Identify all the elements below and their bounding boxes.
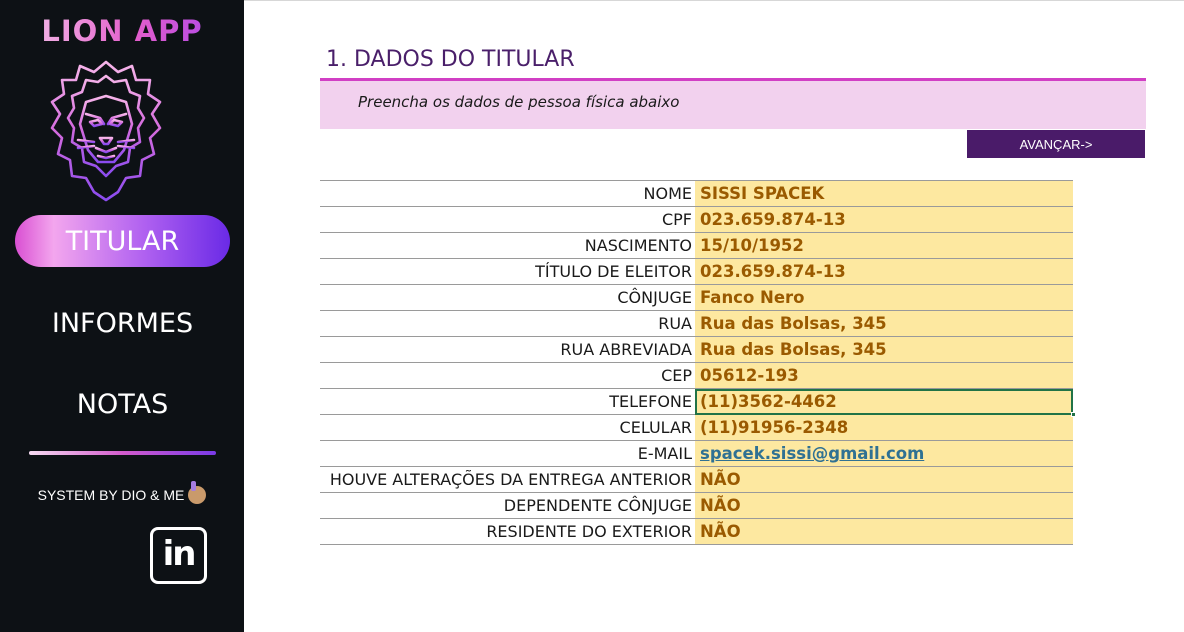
field-label: E-MAIL xyxy=(320,440,695,467)
field-value-telefone[interactable]: (11)3562-4462 xyxy=(695,388,1076,417)
form-row-conjuge: CÔNJUGE Fanco Nero xyxy=(320,284,1073,311)
field-value-rua-abreviada[interactable]: Rua das Bolsas, 345 xyxy=(695,336,1073,363)
instruction-text: Preencha os dados de pessoa física abaix… xyxy=(358,93,680,111)
field-value-cep[interactable]: 05612-193 xyxy=(695,362,1073,389)
field-value-dependente-conjuge[interactable]: NÃO xyxy=(695,492,1073,519)
field-value-nascimento[interactable]: 15/10/1952 xyxy=(695,232,1073,259)
form-row-rua-abreviada: RUA ABREVIADA Rua das Bolsas, 345 xyxy=(320,336,1073,363)
form-row-nome: NOME SISSI SPACEK xyxy=(320,180,1073,207)
nav-item-titular[interactable]: TITULAR xyxy=(15,215,230,267)
form-row-rua: RUA Rua das Bolsas, 345 xyxy=(320,310,1073,337)
field-label: CÔNJUGE xyxy=(320,284,695,311)
form-row-titulo-eleitor: TÍTULO DE ELEITOR 023.659.874-13 xyxy=(320,258,1073,285)
form-row-dependente-conjuge: DEPENDENTE CÔNJUGE NÃO xyxy=(320,492,1073,519)
field-value-rua[interactable]: Rua das Bolsas, 345 xyxy=(695,310,1073,337)
form-row-cep: CEP 05612-193 xyxy=(320,362,1073,389)
titular-form-table: NOME SISSI SPACEK CPF 023.659.874-13 NAS… xyxy=(320,180,1076,545)
form-row-telefone: TELEFONE (11)3562-4462 xyxy=(320,388,1076,417)
main-content: 1. DADOS DO TITULAR Preencha os dados de… xyxy=(244,0,1184,632)
field-value-celular[interactable]: (11)91956-2348 xyxy=(695,414,1073,441)
nav-item-notas[interactable]: NOTAS xyxy=(15,378,230,430)
field-label: HOUVE ALTERAÇÕES DA ENTREGA ANTERIOR xyxy=(320,466,695,493)
form-row-celular: CELULAR (11)91956-2348 xyxy=(320,414,1073,441)
app-title: LION APP xyxy=(0,14,244,48)
field-label: NASCIMENTO xyxy=(320,232,695,259)
form-row-email: E-MAIL spacek.sissi@gmail.com xyxy=(320,440,1073,467)
field-label: CPF xyxy=(320,206,695,233)
nav-item-informes[interactable]: INFORMES xyxy=(15,297,230,349)
field-label: TELEFONE xyxy=(320,388,695,415)
field-label: CEP xyxy=(320,362,695,389)
credit-line: SYSTEM BY DIO & ME xyxy=(0,481,244,504)
advance-button[interactable]: AVANÇAR-> xyxy=(967,130,1145,158)
person-raising-hand-icon xyxy=(188,481,207,504)
form-row-residente-exterior: RESIDENTE DO EXTERIOR NÃO xyxy=(320,518,1073,545)
form-row-cpf: CPF 023.659.874-13 xyxy=(320,206,1073,233)
lion-head-icon xyxy=(50,60,162,202)
field-value-telefone-text: (11)3562-4462 xyxy=(700,392,837,411)
linkedin-icon[interactable]: in xyxy=(150,527,207,584)
field-value-nome[interactable]: SISSI SPACEK xyxy=(695,180,1073,207)
field-label: RUA ABREVIADA xyxy=(320,336,695,363)
field-value-cpf[interactable]: 023.659.874-13 xyxy=(695,206,1073,233)
top-border xyxy=(244,0,1184,1)
field-value-email-link[interactable]: spacek.sissi@gmail.com xyxy=(695,440,1073,467)
field-value-conjuge[interactable]: Fanco Nero xyxy=(695,284,1073,311)
field-value-residente-exterior[interactable]: NÃO xyxy=(695,518,1073,545)
instruction-band: Preencha os dados de pessoa física abaix… xyxy=(320,81,1146,129)
linkedin-logo-text: in xyxy=(162,534,197,574)
form-row-alteracoes: HOUVE ALTERAÇÕES DA ENTREGA ANTERIOR NÃO xyxy=(320,466,1073,493)
field-label: RESIDENTE DO EXTERIOR xyxy=(320,518,695,545)
field-value-titulo-eleitor[interactable]: 023.659.874-13 xyxy=(695,258,1073,285)
sidebar-divider xyxy=(29,451,216,455)
field-label: CELULAR xyxy=(320,414,695,441)
credit-text: SYSTEM BY DIO & ME xyxy=(37,487,185,503)
field-label: RUA xyxy=(320,310,695,337)
field-label: NOME xyxy=(320,180,695,207)
sidebar: LION APP TITULAR INFORMES NOTAS SYSTEM B… xyxy=(0,0,244,632)
section-title: 1. DADOS DO TITULAR xyxy=(326,47,575,72)
field-label: DEPENDENTE CÔNJUGE xyxy=(320,492,695,519)
fill-handle[interactable] xyxy=(1071,412,1076,417)
field-label: TÍTULO DE ELEITOR xyxy=(320,258,695,285)
field-value-alteracoes[interactable]: NÃO xyxy=(695,466,1073,493)
form-row-nascimento: NASCIMENTO 15/10/1952 xyxy=(320,232,1073,259)
